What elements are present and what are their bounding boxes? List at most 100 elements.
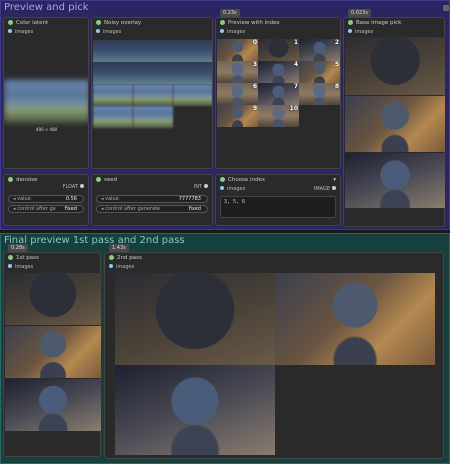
node-title: seed: [104, 177, 118, 183]
pass-image: [5, 273, 101, 325]
input-slot[interactable]: images: [216, 28, 340, 36]
pass-image: [5, 379, 101, 431]
output-label: IMAGE: [313, 186, 330, 192]
status-dot: [220, 177, 225, 182]
pass-image: [115, 365, 275, 455]
widget-label: control after ge: [17, 206, 56, 212]
node-title: 2nd pass: [117, 255, 142, 261]
node-denoise[interactable]: denoise FLOAT ◂ value 0.56 ◂ control afte…: [3, 174, 89, 226]
indexed-thumb[interactable]: 6: [217, 83, 258, 105]
indexed-thumb[interactable]: 0: [217, 39, 258, 61]
input-slot[interactable]: images: [4, 263, 100, 271]
node-header: Base image pick: [344, 18, 444, 28]
noise-thumb: [133, 84, 173, 106]
widget-label: value: [105, 196, 119, 202]
slot-label: images: [355, 29, 374, 35]
index-label: 4: [293, 61, 298, 68]
noise-thumb: [93, 62, 133, 84]
node-header: Preview with index: [216, 18, 340, 28]
widget-label: control after generate: [105, 206, 161, 212]
node-preview-with-index[interactable]: 0.23s Preview with index images 0 1 2 3 …: [215, 9, 341, 169]
indexed-thumb[interactable]: 9: [217, 105, 258, 127]
slot-dot: [109, 264, 113, 268]
input-slot[interactable]: images IMAGE: [216, 185, 340, 193]
slot-dot: [8, 264, 12, 268]
picked-image: [345, 153, 445, 208]
noise-thumb: [93, 40, 133, 62]
node-first-pass[interactable]: 0.28s 1st pass images: [3, 244, 101, 457]
index-text-input[interactable]: 3, 5, 6: [220, 196, 336, 218]
index-label: 0: [252, 39, 257, 46]
timing-badge: 1.43s: [109, 244, 129, 252]
slot-label: images: [227, 29, 246, 35]
noise-thumb: [133, 62, 173, 84]
slot-dot: [96, 29, 100, 33]
widget-value: fixed: [64, 206, 77, 212]
status-dot: [8, 20, 13, 25]
node-header: Color latent: [4, 18, 88, 28]
status-dot: [109, 255, 114, 260]
node-second-pass[interactable]: 1.43s 2nd pass images: [104, 244, 444, 459]
indexed-thumb[interactable]: 2: [299, 39, 340, 61]
indexed-thumb[interactable]: 4: [258, 61, 299, 83]
index-label: 7: [293, 83, 298, 90]
control-widget[interactable]: ◂ control after generate fixed: [96, 205, 208, 213]
input-slot[interactable]: images: [344, 28, 444, 36]
output-slot[interactable]: INT: [194, 184, 208, 190]
indexed-thumb[interactable]: 7: [258, 83, 299, 105]
input-slot[interactable]: images: [92, 28, 212, 36]
slot-dot: [348, 29, 352, 33]
node-choose-index[interactable]: Choose index ▾ images IMAGE 3, 5, 6: [215, 174, 341, 226]
node-title: Color latent: [16, 20, 49, 26]
group-title: Final preview 1st pass and 2nd pass: [4, 235, 185, 246]
slot-dot: [204, 184, 208, 188]
index-label: 2: [334, 39, 339, 46]
control-widget[interactable]: ◂ control after ge fixed: [8, 205, 84, 213]
noise-thumb: [93, 106, 133, 128]
timing-badge: 0.23s: [220, 9, 240, 17]
index-label: 6: [252, 83, 257, 90]
noise-thumb: [133, 40, 173, 62]
node-header: Noisy overlay: [92, 18, 212, 28]
slot-dot: [8, 29, 12, 33]
node-title: denoise: [16, 177, 38, 183]
slot-label: images: [15, 264, 34, 270]
collapse-icon[interactable]: ▾: [333, 175, 336, 185]
timing-badge: 0.023s: [348, 9, 371, 17]
slot-label: images: [15, 29, 34, 35]
status-dot: [8, 177, 13, 182]
noise-thumb: [173, 84, 212, 106]
slot-label: images: [227, 186, 246, 192]
node-base-image-pick[interactable]: 0.023s Base image pick images: [343, 9, 445, 227]
output-label: FLOAT: [62, 184, 78, 190]
noise-thumb: [133, 106, 173, 128]
indexed-thumb[interactable]: 1: [258, 39, 299, 61]
node-seed[interactable]: seed INT ◂ value 7777783 ◂ control after …: [91, 174, 213, 226]
indexed-thumb[interactable]: 10: [258, 105, 299, 127]
output-slot[interactable]: IMAGE: [314, 185, 336, 193]
indexed-thumb[interactable]: 3: [217, 61, 258, 83]
node-title: 1st pass: [16, 255, 39, 261]
node-color-latent[interactable]: Color latent images 400 × 480: [3, 17, 89, 169]
indexed-thumb[interactable]: 5: [299, 61, 340, 83]
noise-thumb: [93, 84, 133, 106]
output-slot[interactable]: FLOAT: [63, 184, 84, 190]
timing-badge: 0.28s: [8, 244, 28, 252]
index-label: 5: [334, 61, 339, 68]
value-widget[interactable]: ◂ value 7777783: [96, 195, 208, 203]
scroll-handle[interactable]: [443, 5, 449, 11]
status-dot: [96, 177, 101, 182]
node-noisy-overlay[interactable]: Noisy overlay images: [91, 17, 213, 169]
node-title: Preview with index: [228, 20, 280, 26]
pass-image: [275, 273, 435, 365]
input-slot[interactable]: images: [105, 263, 443, 271]
widget-value: 0.56: [65, 196, 77, 202]
output-label: INT: [193, 184, 202, 190]
widget-value: fixed: [188, 206, 201, 212]
noise-thumb: [173, 40, 212, 62]
value-widget[interactable]: ◂ value 0.56: [8, 195, 84, 203]
input-slot[interactable]: images: [4, 28, 88, 36]
indexed-thumb[interactable]: 8: [299, 83, 340, 105]
index-label: 3: [252, 61, 257, 68]
preview-image: [4, 80, 88, 123]
